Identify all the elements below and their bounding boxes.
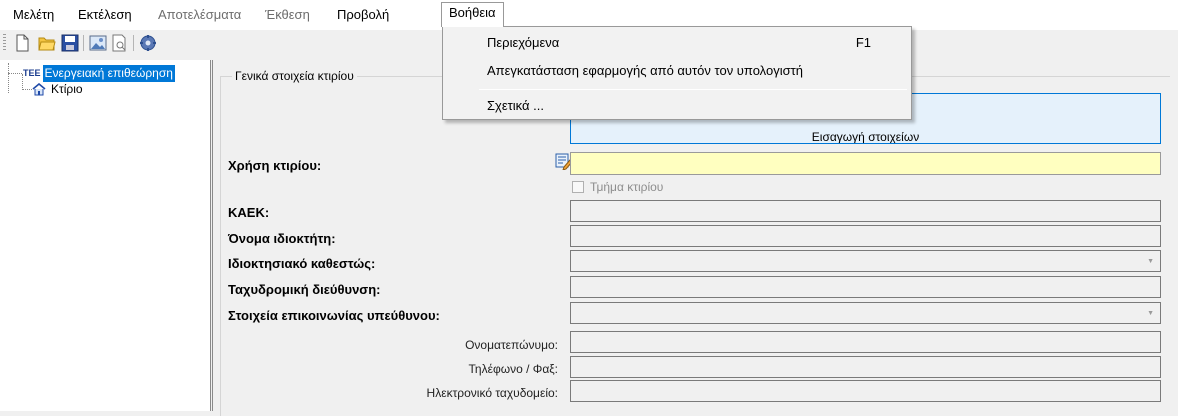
full-name-label: Ονοματεπώνυμο: xyxy=(465,338,558,352)
phone-fax-field[interactable] xyxy=(570,356,1161,378)
project-tree: ΤΕΕ Ενεργειακή επιθεώρηση Κτίριο xyxy=(0,60,211,411)
chevron-down-icon: ▼ xyxy=(1147,310,1154,317)
menu-item-about[interactable]: Σχετικά ... xyxy=(487,96,544,116)
owner-name-label: Όνομα ιδιοκτήτη: xyxy=(228,231,336,246)
menu-item-contents[interactable]: Περιεχόμενα xyxy=(487,33,559,53)
owner-name-field[interactable] xyxy=(570,225,1161,247)
tree-node-energy-inspection[interactable]: ΤΕΕ Ενεργειακή επιθεώρηση xyxy=(23,65,175,82)
tree-connector xyxy=(8,63,9,93)
email-label: Ηλεκτρονικό ταχυδομείο: xyxy=(426,386,558,400)
postal-address-label: Ταχυδρομική διεύθυνση: xyxy=(228,282,381,297)
print-preview-icon[interactable] xyxy=(110,34,128,52)
menu-separator xyxy=(479,89,907,90)
contents-shortcut: F1 xyxy=(855,35,871,50)
menu-results[interactable]: Αποτελέσματα xyxy=(151,4,248,26)
kaek-label: ΚΑΕΚ: xyxy=(228,205,270,220)
chevron-down-icon: ▼ xyxy=(1147,258,1154,265)
postal-address-field[interactable] xyxy=(570,276,1161,298)
new-file-icon[interactable] xyxy=(13,34,31,52)
house-icon xyxy=(32,83,46,96)
tree-node-label: Ενεργειακή επιθεώρηση xyxy=(42,65,175,82)
tree-node-building[interactable]: Κτίριο xyxy=(32,81,85,98)
kaek-field[interactable] xyxy=(570,200,1161,222)
help-dropdown-menu: Περιεχόμενα F1 Απεγκατάσταση εφαρμογής α… xyxy=(442,26,912,120)
full-name-field[interactable] xyxy=(570,331,1161,353)
phone-fax-label: Τηλέφωνο / Φαξ: xyxy=(468,362,558,376)
email-field[interactable] xyxy=(570,380,1161,402)
building-part-checkbox[interactable] xyxy=(572,181,584,193)
building-part-checkbox-row[interactable]: Τμήμα κτιρίου xyxy=(572,179,663,195)
menu-report[interactable]: Έκθεση xyxy=(258,4,317,26)
menu-item-uninstall[interactable]: Απεγκατάσταση εφαρμογής από αυτόν τον υπ… xyxy=(487,61,803,81)
tree-connector xyxy=(8,73,22,74)
tree-node-label: Κτίριο xyxy=(51,82,83,96)
contact-info-label: Στοιχεία επικοινωνίας υπεύθυνου: xyxy=(228,308,440,323)
menu-help[interactable]: Βοήθεια xyxy=(441,2,504,27)
menu-run[interactable]: Εκτέλεση xyxy=(71,4,139,26)
menu-view[interactable]: Προβολή xyxy=(330,4,396,26)
ownership-status-label: Ιδιοκτησιακό καθεστώς: xyxy=(228,256,376,271)
save-icon[interactable] xyxy=(61,34,79,52)
ownership-status-select[interactable]: ▼ xyxy=(570,250,1161,272)
groupbox-title: Γενικά στοιχεία κτιρίου xyxy=(232,69,357,83)
open-folder-icon[interactable] xyxy=(38,34,56,52)
building-part-label: Τμήμα κτιρίου xyxy=(590,180,664,194)
menu-study[interactable]: Μελέτη xyxy=(6,4,61,26)
toolbar-grip[interactable] xyxy=(3,34,6,52)
toolbar-separator xyxy=(83,35,84,51)
toolbar-separator xyxy=(133,35,134,51)
tree-connector xyxy=(22,89,32,90)
settings-gear-icon[interactable] xyxy=(139,34,157,52)
picture-icon[interactable] xyxy=(89,34,107,52)
building-usage-field[interactable] xyxy=(570,152,1161,175)
building-usage-label: Χρήση κτιρίου: xyxy=(228,158,322,173)
tee-logo-icon: ΤΕΕ xyxy=(23,68,41,78)
contact-info-select[interactable]: ▼ xyxy=(570,302,1161,324)
